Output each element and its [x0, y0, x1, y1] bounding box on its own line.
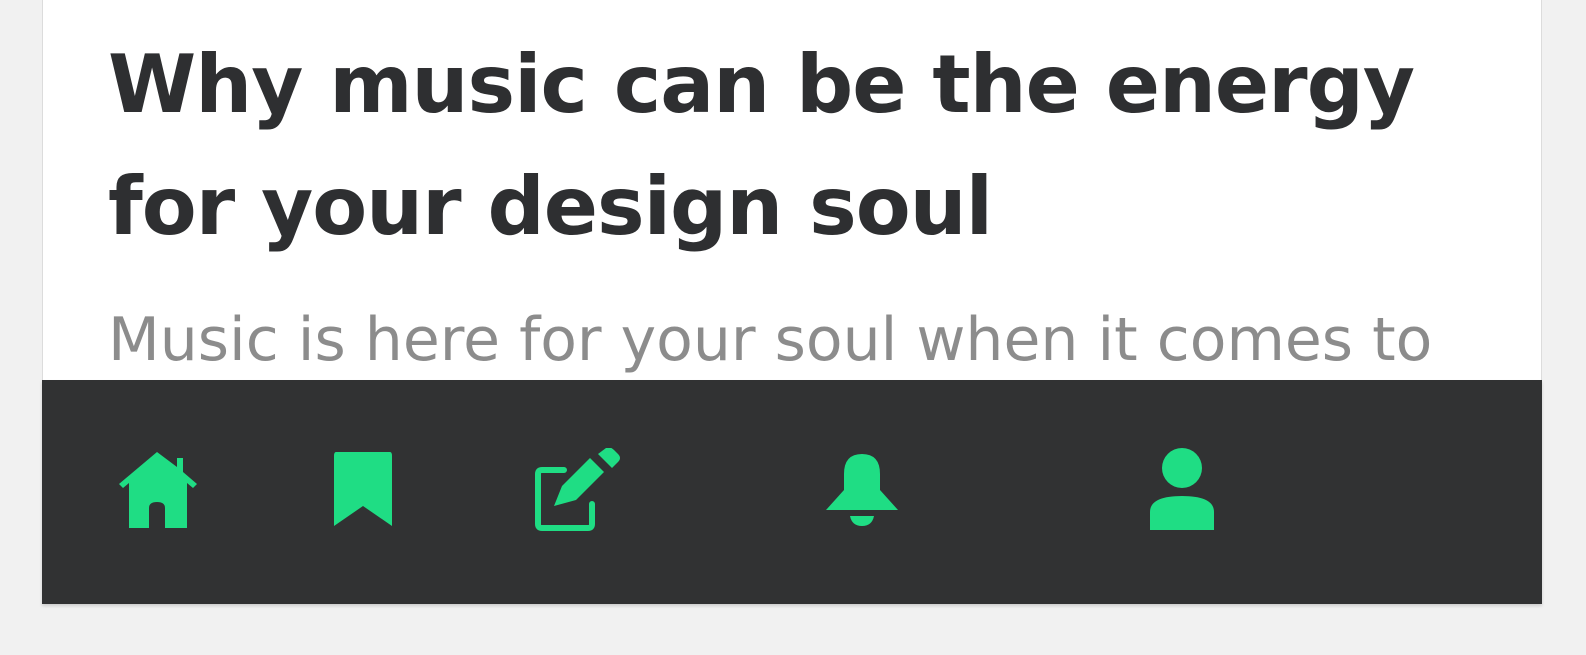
edit-icon: [535, 448, 620, 531]
nav-item-profile[interactable]: [1127, 430, 1237, 550]
nav-item-notifications[interactable]: [807, 430, 917, 550]
user-icon: [1150, 448, 1214, 530]
nav-item-home[interactable]: [102, 430, 212, 550]
nav-item-bookmarks[interactable]: [308, 430, 418, 550]
home-icon: [119, 452, 197, 528]
nav-item-write[interactable]: [522, 430, 632, 550]
article-title: Why music can be the energy for your des…: [108, 38, 1415, 253]
article-excerpt: Music is here for your soul when it come…: [108, 305, 1433, 375]
article-card[interactable]: Why music can be the energy for your des…: [42, 0, 1542, 380]
bell-icon: [826, 454, 898, 526]
bookmark-icon: [334, 452, 392, 526]
bottom-navigation-bar: [42, 380, 1542, 604]
